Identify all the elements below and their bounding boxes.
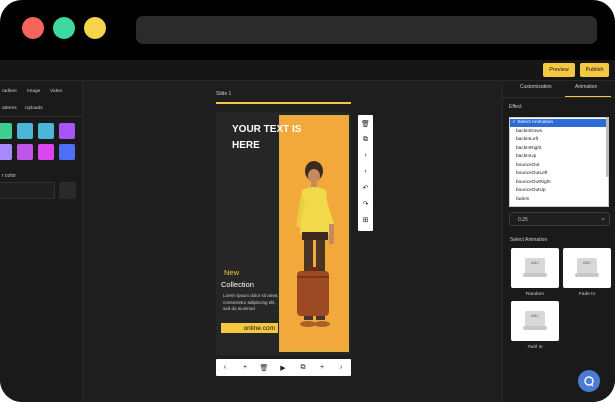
card-label-fade-in: Fade In (578, 292, 596, 297)
color-swatch[interactable] (59, 123, 75, 139)
tab-animation[interactable]: Animation (575, 84, 597, 90)
duration-value: 0.25 (518, 216, 528, 223)
trash-icon[interactable]: 🗑 (257, 359, 271, 376)
chevron-left-icon[interactable]: ‹ (358, 165, 373, 178)
color-swatch[interactable] (38, 123, 54, 139)
right-panel: Customization Animation Effect ✓ Select … (502, 81, 615, 402)
abc-thumbnail: ABC (525, 311, 545, 327)
redo-icon[interactable]: ↷ (358, 197, 373, 210)
slide-headline[interactable]: YOUR TEXT IS HERE (232, 122, 322, 154)
dropdown-option[interactable]: backInLeft (516, 137, 538, 142)
duration-select[interactable]: 0.25 ⌄ (509, 212, 610, 226)
dropdown-option[interactable]: bounceOutLeft (516, 171, 547, 176)
publish-button[interactable]: Publish (580, 63, 609, 77)
animation-card-fade-in[interactable]: ABC (563, 248, 611, 288)
tab-patterns[interactable]: atterns (2, 106, 17, 111)
dropdown-option[interactable]: backInUp (516, 154, 536, 159)
thumbnail-bar (523, 273, 547, 277)
new-label[interactable]: New (224, 268, 239, 277)
tab-uploads[interactable]: Uploads (25, 106, 43, 111)
preview-button[interactable]: Preview (543, 63, 575, 77)
slide-indicator (216, 102, 351, 104)
plus-icon[interactable]: + (238, 359, 252, 376)
chevron-down-icon: ⌄ (600, 215, 606, 222)
story-slide[interactable]: YOUR TEXT IS HERE New Collection Lorem i… (216, 112, 351, 355)
color-label: r color (2, 173, 16, 179)
dropdown-option[interactable]: bounceOutRight (516, 180, 551, 185)
dropdown-scrollbar[interactable] (606, 117, 609, 177)
chat-bubble-icon (584, 376, 594, 387)
color-hex-input[interactable] (0, 182, 55, 199)
color-swatch[interactable] (59, 144, 75, 160)
copy-icon[interactable]: ⧉ (296, 359, 310, 376)
dropdown-option[interactable]: backInRight (516, 146, 541, 151)
dropdown-option[interactable]: bounceOut (516, 163, 539, 168)
tab-video[interactable]: Video (50, 89, 62, 94)
tab-gradient[interactable]: radient (2, 89, 17, 94)
chevron-right-icon[interactable]: › (334, 359, 348, 376)
close-window-dot[interactable] (22, 17, 44, 39)
tab-customization[interactable]: Customization (520, 84, 552, 90)
address-bar[interactable] (136, 16, 597, 44)
editor-topbar: Preview Publish (0, 60, 615, 81)
chevron-left-icon[interactable]: ‹ (218, 359, 232, 376)
device-frame: Preview Publish radient Image Video atte… (0, 0, 615, 402)
editor-app: Preview Publish radient Image Video atte… (0, 60, 615, 402)
copy-icon[interactable]: ⧉ (358, 133, 373, 146)
slide-label[interactable]: Slide 1 (216, 91, 231, 97)
color-swatch[interactable] (0, 144, 12, 160)
color-swatch[interactable] (17, 123, 33, 139)
effect-label: Effect (509, 104, 522, 110)
left-panel-divider (0, 116, 83, 117)
collection-label[interactable]: Collection (221, 280, 254, 289)
undo-icon[interactable]: ↶ (358, 181, 373, 194)
dropdown-option[interactable]: backInDown (516, 129, 542, 134)
dropdown-option[interactable]: ✓ Select Animation (512, 120, 553, 125)
dropdown-option[interactable]: fadeIn (516, 197, 529, 202)
card-label-twirl-in: Twirl In (527, 345, 543, 350)
slide-bottom-toolbar: ‹ + 🗑 ▶ ⧉ + › (216, 359, 351, 376)
animation-card-random[interactable]: ABC (511, 248, 559, 288)
select-animation-label: Select Animation (510, 237, 548, 243)
minimize-window-dot[interactable] (53, 17, 75, 39)
thumbnail-bar (523, 326, 547, 330)
color-swatch[interactable] (0, 123, 12, 139)
body-text[interactable]: Lorem ipsum dolor sit amet, consectetur … (223, 293, 281, 313)
tab-divider (503, 97, 615, 98)
animation-dropdown[interactable]: ✓ Select Animation backInDown backInLeft… (509, 117, 609, 207)
card-label-random: Random (525, 292, 545, 297)
animation-card-twirl-in[interactable]: ABC (511, 301, 559, 341)
play-icon[interactable]: ▶ (276, 359, 290, 376)
maximize-window-dot[interactable] (84, 17, 106, 39)
left-panel: radient Image Video atterns Uploads r co… (0, 81, 83, 402)
chevron-right-icon[interactable]: › (358, 149, 373, 162)
grid-icon[interactable]: ⊞ (358, 213, 373, 226)
thumbnail-bar (575, 273, 599, 277)
canvas-area: Slide 1 YOUR TEXT IS HERE New Collection… (83, 81, 502, 402)
abc-thumbnail: ABC (577, 258, 597, 274)
tab-image[interactable]: Image (27, 89, 40, 94)
color-swatch[interactable] (38, 144, 54, 160)
color-preview-box[interactable] (59, 182, 76, 199)
dropdown-option[interactable]: bounceOutUp (516, 188, 546, 193)
url-badge[interactable]: online.com (221, 323, 278, 333)
plus-icon[interactable]: + (315, 359, 329, 376)
trash-icon[interactable]: 🗑 (358, 117, 373, 130)
side-toolbar: 🗑 ⧉ › ‹ ↶ ↷ ⊞ (358, 115, 373, 231)
color-swatch[interactable] (17, 144, 33, 160)
chat-support-button[interactable] (578, 370, 600, 392)
abc-thumbnail: ABC (525, 258, 545, 274)
url-text: online.com (243, 324, 275, 332)
